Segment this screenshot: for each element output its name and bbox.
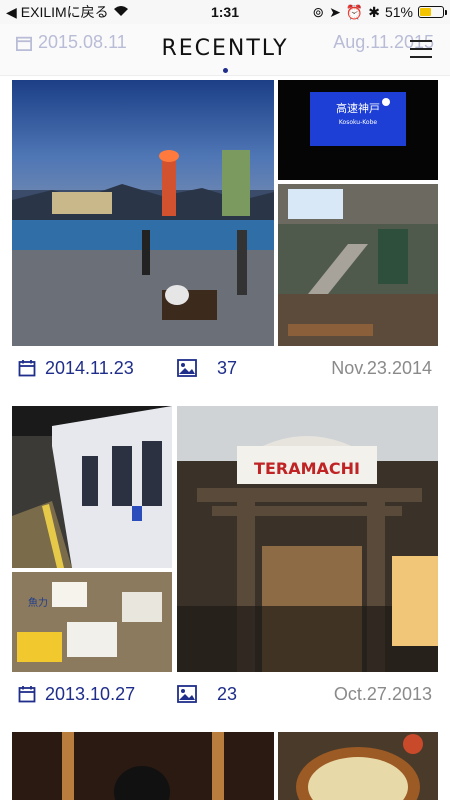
album-photo-station-sign[interactable]: 高速神戸 Kosoku-Kobe bbox=[278, 80, 438, 180]
back-arrow-icon: ◀ bbox=[6, 3, 17, 20]
album-meta-row: 2013.10.27 23 Oct.27.2013 bbox=[0, 674, 450, 714]
album-card[interactable] bbox=[0, 732, 450, 800]
hamburger-icon bbox=[410, 40, 432, 42]
food-label-text: 魚力 bbox=[28, 596, 48, 609]
station-name-text: 高速神戸 bbox=[336, 101, 380, 115]
album-photo-food[interactable]: 魚力 bbox=[12, 572, 172, 672]
album-photo-train[interactable] bbox=[12, 406, 172, 568]
back-app-label: EXILIMに戻る bbox=[20, 4, 109, 20]
album-feed[interactable]: 高速神戸 Kosoku-Kobe 2014.11.23 37 Nov.23.20… bbox=[0, 76, 450, 800]
wifi-icon bbox=[113, 4, 129, 20]
battery-icon bbox=[418, 6, 447, 18]
status-bar: ◀ EXILIMに戻る 1:31 ⊚ ➤ ⏰ ✱ 51% bbox=[0, 0, 450, 24]
album-photo-count: 23 bbox=[217, 683, 238, 704]
calendar-icon bbox=[18, 686, 36, 703]
album-photo-harbor[interactable] bbox=[12, 80, 274, 346]
back-to-app[interactable]: ◀ EXILIMに戻る bbox=[6, 2, 129, 22]
album-date: 2013.10.27 bbox=[45, 683, 136, 704]
album-photo-bowl[interactable] bbox=[278, 732, 438, 800]
image-count-icon bbox=[177, 685, 197, 703]
album-card[interactable]: 高速神戸 Kosoku-Kobe 2014.11.23 37 Nov.23.20… bbox=[0, 76, 450, 406]
image-count-icon bbox=[177, 359, 197, 377]
album-date-long: Oct.27.2013 bbox=[333, 683, 432, 704]
location-icon: ➤ bbox=[329, 3, 341, 20]
clock: 1:31 bbox=[210, 4, 240, 20]
page-indicator-dot bbox=[223, 68, 228, 73]
album-meta-row: 2014.11.23 37 Nov.23.2014 bbox=[0, 348, 450, 388]
station-romaji-text: Kosoku-Kobe bbox=[339, 119, 377, 126]
album-card[interactable]: 魚力 TERAMACHI 2013.10.27 23 Oct.27.2013 bbox=[0, 406, 450, 732]
bluetooth-icon: ✱ bbox=[368, 3, 380, 20]
orientation-lock-icon: ⊚ bbox=[312, 3, 325, 20]
album-date: 2014.11.23 bbox=[45, 357, 134, 378]
menu-button[interactable] bbox=[410, 40, 432, 58]
album-photo-arcade[interactable]: TERAMACHI bbox=[177, 406, 438, 672]
album-photo-count: 37 bbox=[217, 357, 238, 378]
calendar-icon bbox=[18, 360, 36, 377]
album-photo-portrait[interactable] bbox=[12, 732, 274, 800]
page-title: RECENTLY bbox=[161, 36, 289, 61]
album-photo-station-hall[interactable] bbox=[278, 184, 438, 346]
arcade-sign-text: TERAMACHI bbox=[254, 459, 360, 478]
battery-percent: 51% bbox=[384, 4, 413, 20]
alarm-icon: ⏰ bbox=[345, 3, 364, 20]
navigation-bar: 2015.08.11 Aug.11.2015 RECENTLY bbox=[0, 24, 450, 76]
album-date-long: Nov.23.2014 bbox=[331, 357, 432, 378]
